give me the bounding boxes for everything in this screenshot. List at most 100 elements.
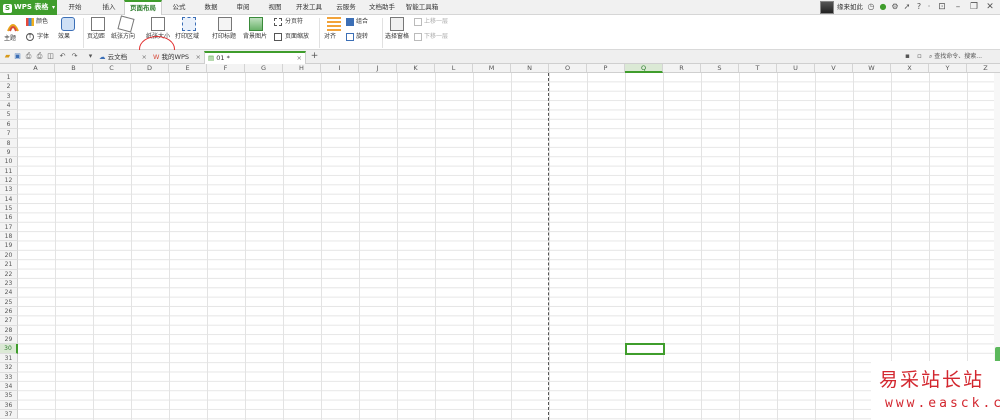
orientation-icon[interactable] [117, 15, 135, 33]
cell-grid[interactable] [18, 73, 1000, 420]
row-header[interactable]: 30 [0, 344, 18, 354]
new-tab-icon[interactable]: + [310, 52, 319, 61]
paper-size-icon[interactable] [151, 17, 165, 31]
app-menu-button[interactable]: S WPS 表格 ▾ [0, 0, 57, 15]
column-header[interactable]: N [511, 64, 549, 73]
page-break-button[interactable]: 分页符 [285, 18, 303, 26]
preview-icon[interactable]: ◫ [46, 52, 55, 61]
column-header[interactable]: I [321, 64, 359, 73]
row-header[interactable]: 24 [0, 288, 18, 298]
align-icon[interactable] [327, 17, 341, 31]
row-header[interactable]: 21 [0, 260, 18, 270]
row-header[interactable]: 5 [0, 110, 18, 120]
close-icon[interactable]: × [196, 51, 201, 63]
ribbon-collapse-icon[interactable]: ⊡ [934, 0, 950, 15]
row-header[interactable]: 32 [0, 363, 18, 373]
column-header[interactable]: G [245, 64, 283, 73]
column-header[interactable]: S [701, 64, 739, 73]
menu-tab[interactable]: 审阅 [230, 0, 256, 15]
redo-icon[interactable]: ↷ [70, 52, 79, 61]
row-header[interactable]: 15 [0, 204, 18, 214]
menu-tab[interactable]: 页面布局 [124, 0, 162, 15]
close-icon[interactable]: × [142, 51, 147, 63]
row-header[interactable]: 7 [0, 129, 18, 139]
row-header[interactable]: 2 [0, 82, 18, 92]
print-icon[interactable]: ⎙ [35, 52, 44, 61]
row-header[interactable]: 35 [0, 391, 18, 401]
row-header[interactable]: 12 [0, 175, 18, 186]
row-header[interactable]: 10 [0, 157, 18, 167]
sync-icon[interactable]: ● [878, 2, 888, 12]
row-header[interactable]: 31 [0, 353, 18, 364]
print-area-button[interactable]: 打印区域 [175, 33, 199, 41]
doc-tab-my-wps[interactable]: W 我的WPS × [150, 51, 204, 64]
row-header[interactable]: 9 [0, 147, 18, 158]
menu-tab[interactable]: 智能工具箱 [402, 0, 442, 15]
row-header[interactable]: 33 [0, 372, 18, 382]
row-header[interactable]: 29 [0, 335, 18, 345]
row-header[interactable]: 26 [0, 307, 18, 317]
open-folder-icon[interactable]: ▰ [3, 52, 12, 61]
help-icon[interactable]: ? [914, 2, 924, 12]
margins-icon[interactable] [91, 17, 105, 31]
select-all-corner[interactable] [0, 64, 18, 73]
column-header[interactable]: Q [625, 64, 663, 73]
column-header[interactable]: H [283, 64, 321, 73]
background-image-button[interactable]: 背景图片 [243, 33, 267, 41]
column-header[interactable]: L [435, 64, 473, 73]
row-header[interactable]: 37 [0, 409, 18, 420]
column-header[interactable]: D [131, 64, 169, 73]
page-zoom-button[interactable]: 页面缩放 [285, 33, 309, 41]
row-header[interactable]: 36 [0, 400, 18, 410]
column-header[interactable]: M [473, 64, 511, 73]
column-header[interactable]: Z [967, 64, 1000, 73]
restore-icon[interactable]: ❐ [966, 0, 982, 15]
chevron-down-icon[interactable]: ▾ [86, 52, 95, 61]
row-header[interactable]: 14 [0, 194, 18, 205]
search-command-box[interactable]: ⌕ 查找命令、搜索... [929, 52, 999, 62]
column-header[interactable]: T [739, 64, 777, 73]
column-header[interactable]: K [397, 64, 435, 73]
selection-pane-button[interactable]: 选择窗格 [385, 33, 409, 41]
column-header[interactable]: O [549, 64, 587, 73]
row-header[interactable]: 17 [0, 222, 18, 233]
row-header[interactable]: 1 [0, 73, 18, 83]
group-button[interactable]: 组合 [356, 18, 368, 26]
menu-tab[interactable]: 公式 [166, 0, 192, 15]
send-backward-button[interactable]: 下移一层 [424, 33, 448, 41]
row-header[interactable]: 28 [0, 325, 18, 336]
print-titles-button[interactable]: 打印标题 [212, 33, 236, 41]
selected-cell[interactable] [625, 343, 665, 355]
row-header[interactable]: 4 [0, 101, 18, 111]
export-pdf-icon[interactable]: ⎙ [24, 52, 33, 61]
theme-button[interactable]: 主题 [4, 35, 16, 43]
row-header[interactable]: 19 [0, 241, 18, 251]
column-header[interactable]: P [587, 64, 625, 73]
gear-icon[interactable]: ⚙ [890, 2, 900, 12]
bring-forward-button[interactable]: 上移一层 [424, 18, 448, 26]
menu-tab[interactable]: 插入 [96, 0, 122, 15]
doc-tab-file[interactable]: ▤ 01 * × [204, 51, 306, 64]
share-icon[interactable]: ➚ [902, 2, 912, 12]
column-header[interactable]: A [17, 64, 55, 73]
row-header[interactable]: 22 [0, 269, 18, 279]
selection-pane-icon[interactable] [390, 17, 404, 31]
row-header[interactable]: 8 [0, 138, 18, 148]
colors-button[interactable]: 颜色 [36, 18, 48, 26]
row-header[interactable]: 3 [0, 91, 18, 102]
minimize-icon[interactable]: – [950, 0, 966, 15]
menu-tab[interactable]: 数据 [198, 0, 224, 15]
column-header[interactable]: J [359, 64, 397, 73]
row-header[interactable]: 27 [0, 316, 18, 326]
column-header[interactable]: U [777, 64, 815, 73]
comment-icon[interactable]: ▪ [903, 52, 912, 61]
box-icon[interactable]: ▫ [915, 52, 924, 61]
row-header[interactable]: 23 [0, 278, 18, 289]
row-header[interactable]: 16 [0, 213, 18, 223]
more-icon[interactable]: · [924, 2, 934, 12]
menu-tab[interactable]: 视图 [262, 0, 288, 15]
row-header[interactable]: 13 [0, 185, 18, 195]
row-header[interactable]: 25 [0, 297, 18, 307]
avatar[interactable] [820, 1, 834, 14]
effects-icon[interactable] [61, 17, 75, 31]
